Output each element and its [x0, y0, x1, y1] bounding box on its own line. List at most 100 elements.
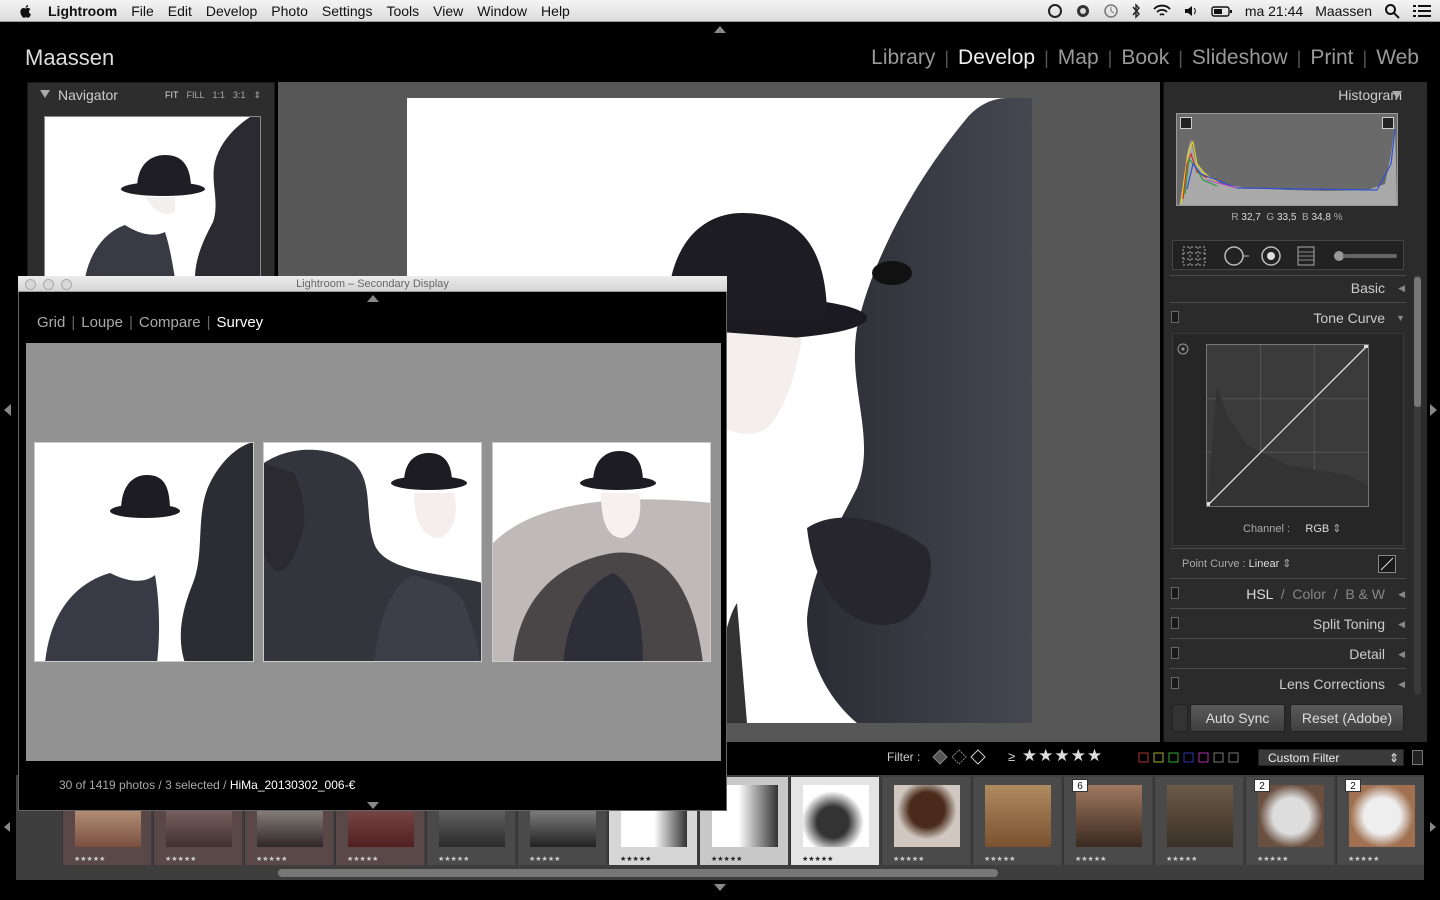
adjustment-brush-icon[interactable] [1333, 249, 1399, 263]
top-panel-toggle-icon[interactable] [714, 26, 726, 33]
module-develop[interactable]: Develop [949, 46, 1044, 70]
tab-compare[interactable]: Compare [133, 314, 207, 331]
split-toning-expand-icon[interactable]: ◀ [1398, 619, 1405, 630]
bw-tab[interactable]: B & W [1345, 586, 1385, 602]
module-web[interactable]: Web [1367, 46, 1428, 70]
bluetooth-icon[interactable] [1131, 3, 1141, 19]
tab-survey[interactable]: Survey [210, 314, 269, 331]
hsl-tab[interactable]: HSL [1246, 586, 1273, 602]
channel-value[interactable]: RGB [1305, 523, 1329, 535]
navigator-preview[interactable] [44, 116, 261, 277]
battery-icon[interactable] [1211, 3, 1233, 19]
red-eye-correction-icon[interactable] [1259, 244, 1283, 268]
menu-file[interactable]: File [124, 3, 161, 19]
notification-center-icon[interactable] [1412, 3, 1432, 19]
tone-curve-switch[interactable] [1171, 311, 1179, 323]
stack-count-badge[interactable]: 2 [1254, 779, 1270, 792]
stack-count-badge[interactable]: 2 [1345, 779, 1361, 792]
volume-icon[interactable] [1183, 3, 1199, 19]
flag-filter-icon[interactable] [930, 748, 988, 766]
zoom-stepper-icon[interactable]: ⇕ [254, 90, 262, 101]
edit-point-curve-icon[interactable] [1378, 555, 1396, 573]
rating-stars[interactable]: ★★★★★ [1022, 746, 1103, 765]
menu-photo[interactable]: Photo [264, 3, 315, 19]
right-panel-toggle-icon[interactable] [1430, 404, 1437, 416]
tab-grid[interactable]: Grid [37, 314, 71, 331]
stack-count-badge[interactable]: 6 [1072, 779, 1088, 792]
zoom-1to1-option[interactable]: 1:1 [213, 90, 226, 101]
time-machine-icon[interactable] [1103, 3, 1119, 19]
hsl-expand-icon[interactable]: ◀ [1398, 589, 1405, 600]
detail-title[interactable]: Detail [1349, 646, 1385, 662]
menu-window[interactable]: Window [470, 3, 534, 19]
navigator-title[interactable]: Navigator [58, 87, 118, 103]
filmstrip-thumb-active[interactable]: ★★★★★ [790, 777, 879, 865]
histogram-collapse-icon[interactable] [1392, 91, 1402, 99]
menubar-user[interactable]: Maassen [1315, 3, 1372, 19]
wifi-icon[interactable] [1153, 3, 1171, 19]
menu-help[interactable]: Help [534, 3, 577, 19]
module-slideshow[interactable]: Slideshow [1183, 46, 1297, 70]
auto-sync-button[interactable]: Auto Sync [1190, 704, 1285, 732]
split-toning-switch[interactable] [1171, 617, 1179, 629]
tab-loupe[interactable]: Loupe [75, 314, 129, 331]
tone-curve-title[interactable]: Tone Curve [1313, 310, 1385, 326]
lens-corrections-switch[interactable] [1171, 677, 1179, 689]
filmstrip-thumb[interactable]: ★★★★★ [972, 777, 1061, 865]
custom-filter-dropdown[interactable]: Custom Filter ⇕ [1258, 749, 1404, 766]
left-panel-toggle-icon[interactable] [4, 404, 11, 416]
apple-icon[interactable] [18, 3, 34, 19]
cloud-sync-icon[interactable] [1075, 3, 1091, 19]
module-library[interactable]: Library [862, 46, 944, 70]
channel-stepper-icon[interactable]: ⇕ [1332, 523, 1341, 535]
filmstrip-thumb[interactable]: 2 ★★★★★ [1336, 777, 1424, 865]
zoom-fill-option[interactable]: FILL [187, 90, 205, 101]
lens-corrections-title[interactable]: Lens Corrections [1279, 676, 1385, 692]
selected-filename[interactable]: HiMa_20130302_006-€ [230, 778, 355, 792]
filmstrip-thumb[interactable]: ★★★★★ [881, 777, 970, 865]
module-map[interactable]: Map [1049, 46, 1108, 70]
menu-app-lightroom[interactable]: Lightroom [38, 3, 124, 19]
survey-photo-3[interactable] [492, 442, 711, 662]
color-label-filter-icon[interactable] [1138, 752, 1242, 764]
point-curve-value[interactable]: Linear [1249, 558, 1280, 570]
right-panel-scrollbar[interactable] [1414, 275, 1421, 695]
secondary-top-panel-toggle-icon[interactable] [367, 295, 379, 302]
menu-develop[interactable]: Develop [199, 3, 264, 19]
color-tab[interactable]: Color [1292, 586, 1325, 602]
detail-switch[interactable] [1171, 647, 1179, 659]
secondary-bottom-panel-toggle-icon[interactable] [367, 802, 379, 809]
graduated-filter-icon[interactable] [1293, 244, 1319, 268]
menu-view[interactable]: View [426, 3, 470, 19]
navigator-collapse-icon[interactable] [40, 90, 50, 98]
dropbox-icon[interactable] [1047, 3, 1063, 19]
reset-button[interactable]: Reset (Adobe) [1290, 704, 1404, 732]
bottom-panel-toggle-icon[interactable] [714, 884, 726, 891]
window-close-button[interactable] [25, 279, 36, 290]
menu-edit[interactable]: Edit [161, 3, 199, 19]
menu-settings[interactable]: Settings [315, 3, 380, 19]
tone-curve-graph[interactable] [1206, 344, 1369, 507]
basic-expand-icon[interactable]: ◀ [1398, 283, 1405, 294]
crop-overlay-icon[interactable] [1181, 245, 1207, 267]
menubar-clock[interactable]: ma 21:44 [1245, 3, 1303, 19]
survey-photo-1[interactable] [34, 442, 254, 662]
filmstrip-scroll-left-icon[interactable] [4, 822, 10, 832]
module-print[interactable]: Print [1301, 46, 1362, 70]
filmstrip-thumb[interactable]: 6 ★★★★★ [1063, 777, 1152, 865]
shadow-clipping-toggle[interactable] [1180, 117, 1192, 129]
highlight-clipping-toggle[interactable] [1382, 117, 1394, 129]
window-zoom-button[interactable] [61, 279, 72, 290]
basic-panel-title[interactable]: Basic [1351, 280, 1385, 296]
secondary-window-titlebar[interactable]: Lightroom – Secondary Display [18, 276, 727, 292]
module-book[interactable]: Book [1112, 46, 1178, 70]
split-toning-title[interactable]: Split Toning [1313, 616, 1385, 632]
filter-lock-switch[interactable] [1412, 750, 1423, 765]
zoom-fit-option[interactable]: FIT [165, 90, 179, 101]
spot-removal-icon[interactable] [1221, 244, 1251, 268]
hsl-switch[interactable] [1171, 587, 1179, 599]
filmstrip-scroll-right-icon[interactable] [1430, 822, 1436, 832]
tone-curve-collapse-icon[interactable]: ▼ [1396, 313, 1405, 323]
filmstrip-scrollbar[interactable] [278, 869, 998, 877]
auto-sync-switch[interactable] [1172, 704, 1188, 732]
